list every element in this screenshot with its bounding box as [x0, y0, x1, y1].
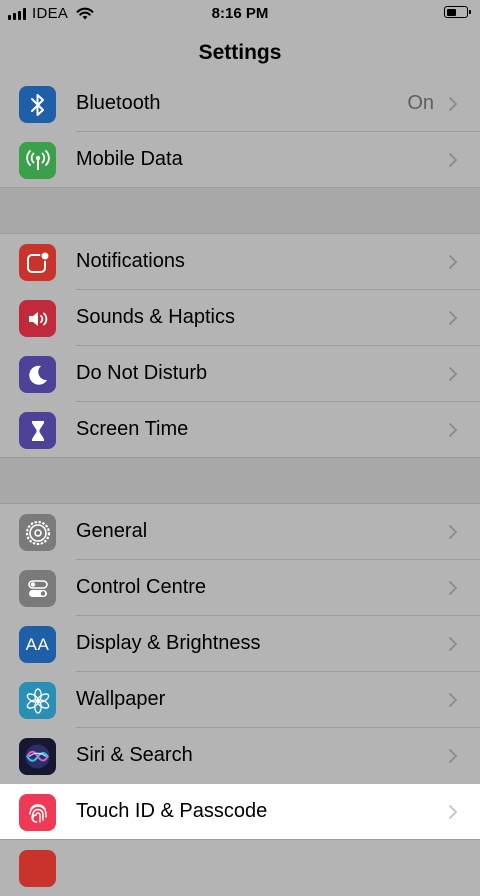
settings-row-touch-id-passcode[interactable]: Touch ID & Passcode — [0, 784, 480, 840]
gear-icon — [19, 514, 56, 551]
chevron-right-icon — [449, 693, 457, 707]
settings-row-next-partial[interactable] — [0, 840, 480, 896]
settings-row-notifications[interactable]: Notifications — [0, 234, 480, 290]
page-title: Settings — [198, 41, 282, 64]
bluetooth-icon — [19, 86, 56, 123]
navigation-bar: Settings — [0, 28, 480, 82]
row-label: General — [76, 520, 148, 542]
settings-row-screen-time[interactable]: Screen Time — [0, 402, 480, 458]
moon-icon — [19, 356, 56, 393]
settings-row-sounds-haptics[interactable]: Sounds & Haptics — [0, 290, 480, 346]
chevron-right-icon — [449, 581, 457, 595]
settings-row-do-not-disturb[interactable]: Do Not Disturb — [0, 346, 480, 402]
chevron-right-icon — [449, 311, 457, 325]
chevron-right-icon — [449, 805, 457, 819]
chevron-right-icon — [449, 525, 457, 539]
chevron-right-icon — [449, 423, 457, 437]
battery-icon — [444, 6, 471, 18]
row-label: Siri & Search — [76, 744, 193, 766]
text-size-icon: AA — [19, 626, 56, 663]
row-label: Touch ID & Passcode — [76, 800, 268, 822]
settings-row-display-brightness[interactable]: AA Display & Brightness — [0, 616, 480, 672]
antenna-icon — [19, 142, 56, 179]
section-spacer — [0, 458, 480, 503]
bluetooth-status-value: On — [407, 92, 434, 114]
row-label: Wallpaper — [76, 688, 166, 710]
chevron-right-icon — [449, 367, 457, 381]
row-label: Control Centre — [76, 576, 207, 598]
settings-row-bluetooth[interactable]: Bluetooth On — [0, 76, 480, 132]
flower-icon — [19, 682, 56, 719]
hourglass-icon — [19, 412, 56, 449]
row-label: Mobile Data — [76, 148, 183, 170]
row-label: Display & Brightness — [76, 632, 261, 654]
battery-level-fill — [446, 8, 457, 16]
chevron-right-icon — [449, 153, 457, 167]
settings-row-mobile-data[interactable]: Mobile Data — [0, 132, 480, 188]
fingerprint-icon — [19, 794, 56, 831]
toggles-icon — [19, 570, 56, 607]
app-icon — [19, 850, 56, 887]
chevron-right-icon — [449, 255, 457, 269]
chevron-right-icon — [449, 637, 457, 651]
row-label: Bluetooth — [76, 92, 161, 114]
text-size-glyph: AA — [25, 634, 50, 654]
siri-icon — [19, 738, 56, 775]
settings-row-wallpaper[interactable]: Wallpaper — [0, 672, 480, 728]
notifications-icon — [19, 244, 56, 281]
row-label: Do Not Disturb — [76, 362, 208, 384]
chevron-right-icon — [449, 97, 457, 111]
row-label: Notifications — [76, 250, 185, 272]
row-label: Screen Time — [76, 418, 189, 440]
settings-row-general[interactable]: General — [0, 504, 480, 560]
settings-row-siri-search[interactable]: Siri & Search — [0, 728, 480, 784]
status-bar: IDEA 8:16 PM — [0, 0, 480, 28]
row-label: Sounds & Haptics — [76, 306, 235, 328]
status-time: 8:16 PM — [211, 5, 269, 22]
chevron-right-icon — [449, 749, 457, 763]
section-spacer — [0, 188, 480, 233]
settings-row-control-centre[interactable]: Control Centre — [0, 560, 480, 616]
speaker-icon — [19, 300, 56, 337]
